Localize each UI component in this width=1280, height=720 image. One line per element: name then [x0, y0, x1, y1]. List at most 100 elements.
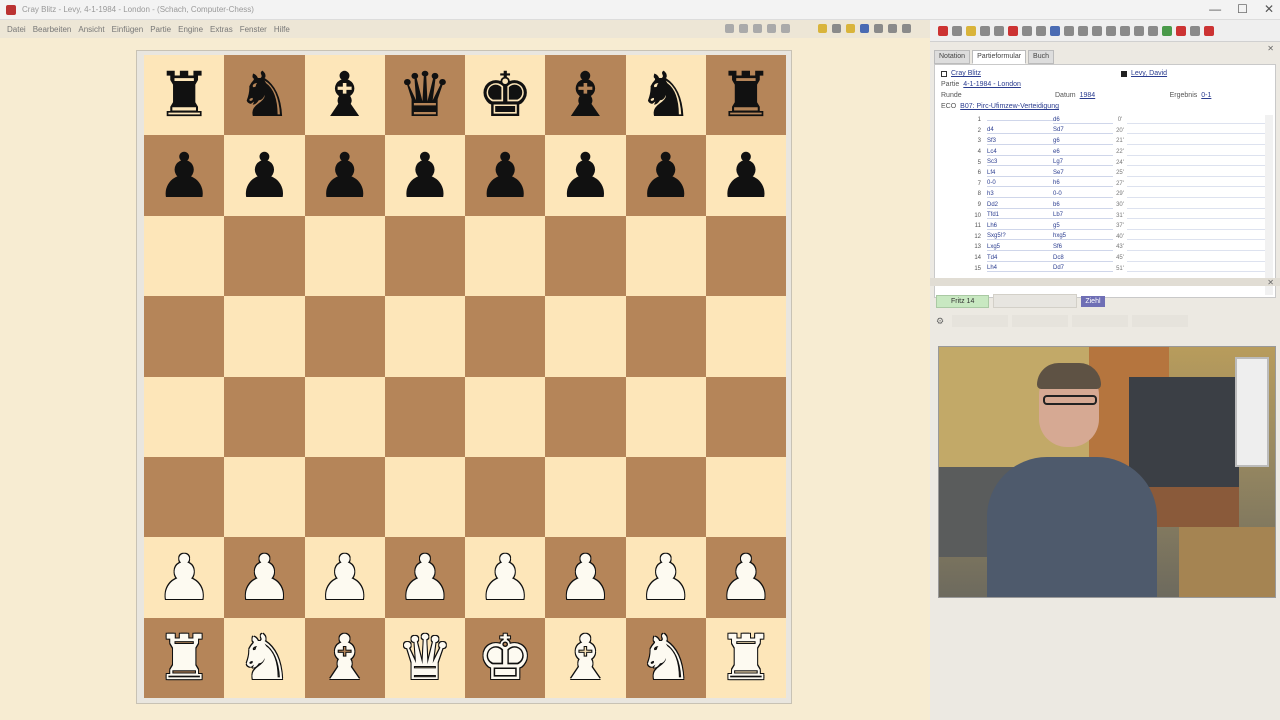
white-pawn-icon[interactable]: ♟ [718, 546, 774, 609]
eco-value[interactable]: B07: Pirc-Ufimzew-Verteidigung [960, 103, 1059, 110]
black-move[interactable]: Sd7 [1053, 127, 1113, 135]
black-move[interactable]: d6 [1053, 117, 1113, 124]
square-c2[interactable]: ♟ [304, 537, 385, 618]
square-b8[interactable]: ♞ [224, 55, 305, 136]
square-a6[interactable] [144, 215, 225, 297]
square-e3[interactable] [465, 456, 546, 538]
square-d4[interactable] [384, 376, 465, 457]
square-g8[interactable]: ♞ [625, 55, 706, 136]
white-move[interactable]: Lh4 [987, 265, 1053, 273]
engine-gear-icon[interactable]: ⚙ [936, 316, 944, 327]
black-knight-icon[interactable]: ♞ [638, 64, 694, 126]
square-c3[interactable] [304, 456, 385, 538]
square-a7[interactable]: ♟ [144, 135, 225, 216]
square-c8[interactable]: ♝ [304, 55, 385, 136]
square-g7[interactable]: ♟ [625, 135, 706, 216]
panel-divider[interactable] [930, 278, 1280, 286]
grid-icon[interactable] [1078, 25, 1088, 36]
square-a8[interactable]: ♜ [144, 55, 225, 136]
black-king-icon[interactable]: ♚ [477, 64, 533, 126]
list-icon[interactable] [1092, 25, 1102, 36]
square-e7[interactable]: ♟ [465, 135, 546, 216]
square-e2[interactable]: ♟ [465, 537, 546, 618]
book-icon[interactable] [1134, 25, 1144, 36]
black-move[interactable]: 0-0 [1053, 191, 1113, 198]
chessboard[interactable]: ♜ ♞ ♝ ♛ ♚ ♝ ♞ ♜ ♟ ♟ ♟ ♟ ♟ ♟ ♟ ♟ ♟ ♟ ♟ ♟ ♟ ♟ ♟ ♟ ♜ ♞ ♝ ♛ ♚ ♝ ♞ ♜ [144, 55, 786, 699]
square-h6[interactable] [705, 215, 786, 297]
square-d3[interactable] [384, 456, 465, 538]
square-h8[interactable]: ♜ [705, 55, 786, 136]
menu-engine[interactable]: Engine [178, 25, 203, 34]
square-d2[interactable]: ♟ [384, 537, 465, 618]
square-e1[interactable]: ♚ [465, 617, 546, 699]
ergebnis-value[interactable]: 0-1 [1201, 92, 1211, 99]
white-pawn-icon[interactable]: ♟ [317, 546, 373, 609]
square-g2[interactable]: ♟ [625, 537, 706, 618]
square-h5[interactable] [705, 296, 786, 377]
black-bishop-icon[interactable]: ♝ [558, 64, 614, 126]
engine-panel-close-icon[interactable]: ✕ [1267, 278, 1274, 287]
square-c5[interactable] [304, 296, 385, 377]
chart-icon[interactable] [1106, 25, 1116, 36]
square-c1[interactable]: ♝ [304, 617, 385, 699]
arrow-icon[interactable] [1148, 25, 1158, 36]
menu-einfuegen[interactable]: Einfügen [112, 25, 144, 34]
datum-value[interactable]: 1984 [1080, 92, 1170, 99]
square-a3[interactable] [144, 456, 225, 538]
black-rook-icon[interactable]: ♜ [718, 64, 774, 126]
square-d7[interactable]: ♟ [384, 135, 465, 216]
black-pawn-icon[interactable]: ♟ [156, 144, 212, 207]
square-f3[interactable] [545, 456, 626, 538]
square-d6[interactable] [384, 215, 465, 297]
square-g4[interactable] [625, 376, 706, 457]
close-button[interactable]: ✕ [1264, 2, 1274, 16]
white-rook-icon[interactable]: ♜ [718, 626, 774, 689]
white-move[interactable]: h3 [987, 191, 1053, 198]
tab-partieformular[interactable]: Partieformular [972, 50, 1027, 64]
partie-value[interactable]: 4-1-1984 - London [963, 81, 1021, 88]
square-f8[interactable]: ♝ [545, 55, 626, 136]
square-d5[interactable] [384, 296, 465, 377]
square-h1[interactable]: ♜ [705, 617, 786, 699]
white-move[interactable]: Sc3 [987, 159, 1053, 167]
menu-fenster[interactable]: Fenster [240, 25, 267, 34]
analysis-icon[interactable] [902, 24, 911, 33]
black-move[interactable]: Dc8 [1053, 255, 1113, 262]
new-game-icon[interactable] [818, 24, 827, 33]
white-player[interactable]: Cray Blitz [951, 70, 1121, 77]
black-move[interactable]: e6 [1053, 149, 1113, 156]
black-pawn-icon[interactable]: ♟ [237, 144, 293, 207]
white-move[interactable]: 0-0 [987, 180, 1053, 188]
white-move[interactable]: Td4 [987, 255, 1053, 262]
square-h7[interactable]: ♟ [705, 135, 786, 216]
notation-scrollbar[interactable] [1265, 115, 1273, 295]
prev-move-icon[interactable] [739, 24, 748, 33]
record-icon[interactable] [938, 25, 948, 36]
black-move[interactable]: h6 [1053, 180, 1113, 188]
black-pawn-icon[interactable]: ♟ [317, 144, 373, 207]
square-f2[interactable]: ♟ [545, 537, 626, 618]
square-d1[interactable]: ♛ [384, 617, 465, 699]
menu-bearbeiten[interactable]: Bearbeiten [33, 25, 72, 34]
white-king-icon[interactable]: ♚ [477, 626, 533, 689]
white-pawn-icon[interactable]: ♟ [156, 546, 212, 609]
square-e5[interactable] [465, 296, 546, 377]
square-f1[interactable]: ♝ [545, 617, 626, 699]
square-c6[interactable] [304, 215, 385, 297]
square-f4[interactable] [545, 376, 626, 457]
tab-notation[interactable]: Notation [934, 50, 971, 64]
square-g3[interactable] [625, 456, 706, 538]
square-c4[interactable] [304, 376, 385, 457]
trash-icon[interactable] [1008, 25, 1018, 36]
white-bishop-icon[interactable]: ♝ [317, 626, 373, 689]
black-move[interactable]: b6 [1053, 202, 1113, 209]
square-d8[interactable]: ♛ [384, 55, 465, 136]
window-icon[interactable] [1050, 25, 1060, 36]
menu-hilfe[interactable]: Hilfe [274, 25, 290, 34]
menu-extras[interactable]: Extras [210, 25, 233, 34]
square-b2[interactable]: ♟ [224, 537, 305, 618]
white-move[interactable]: Dd2 [987, 202, 1053, 209]
white-pawn-icon[interactable]: ♟ [477, 546, 533, 609]
square-b3[interactable] [224, 456, 305, 538]
open-icon[interactable] [832, 24, 841, 33]
